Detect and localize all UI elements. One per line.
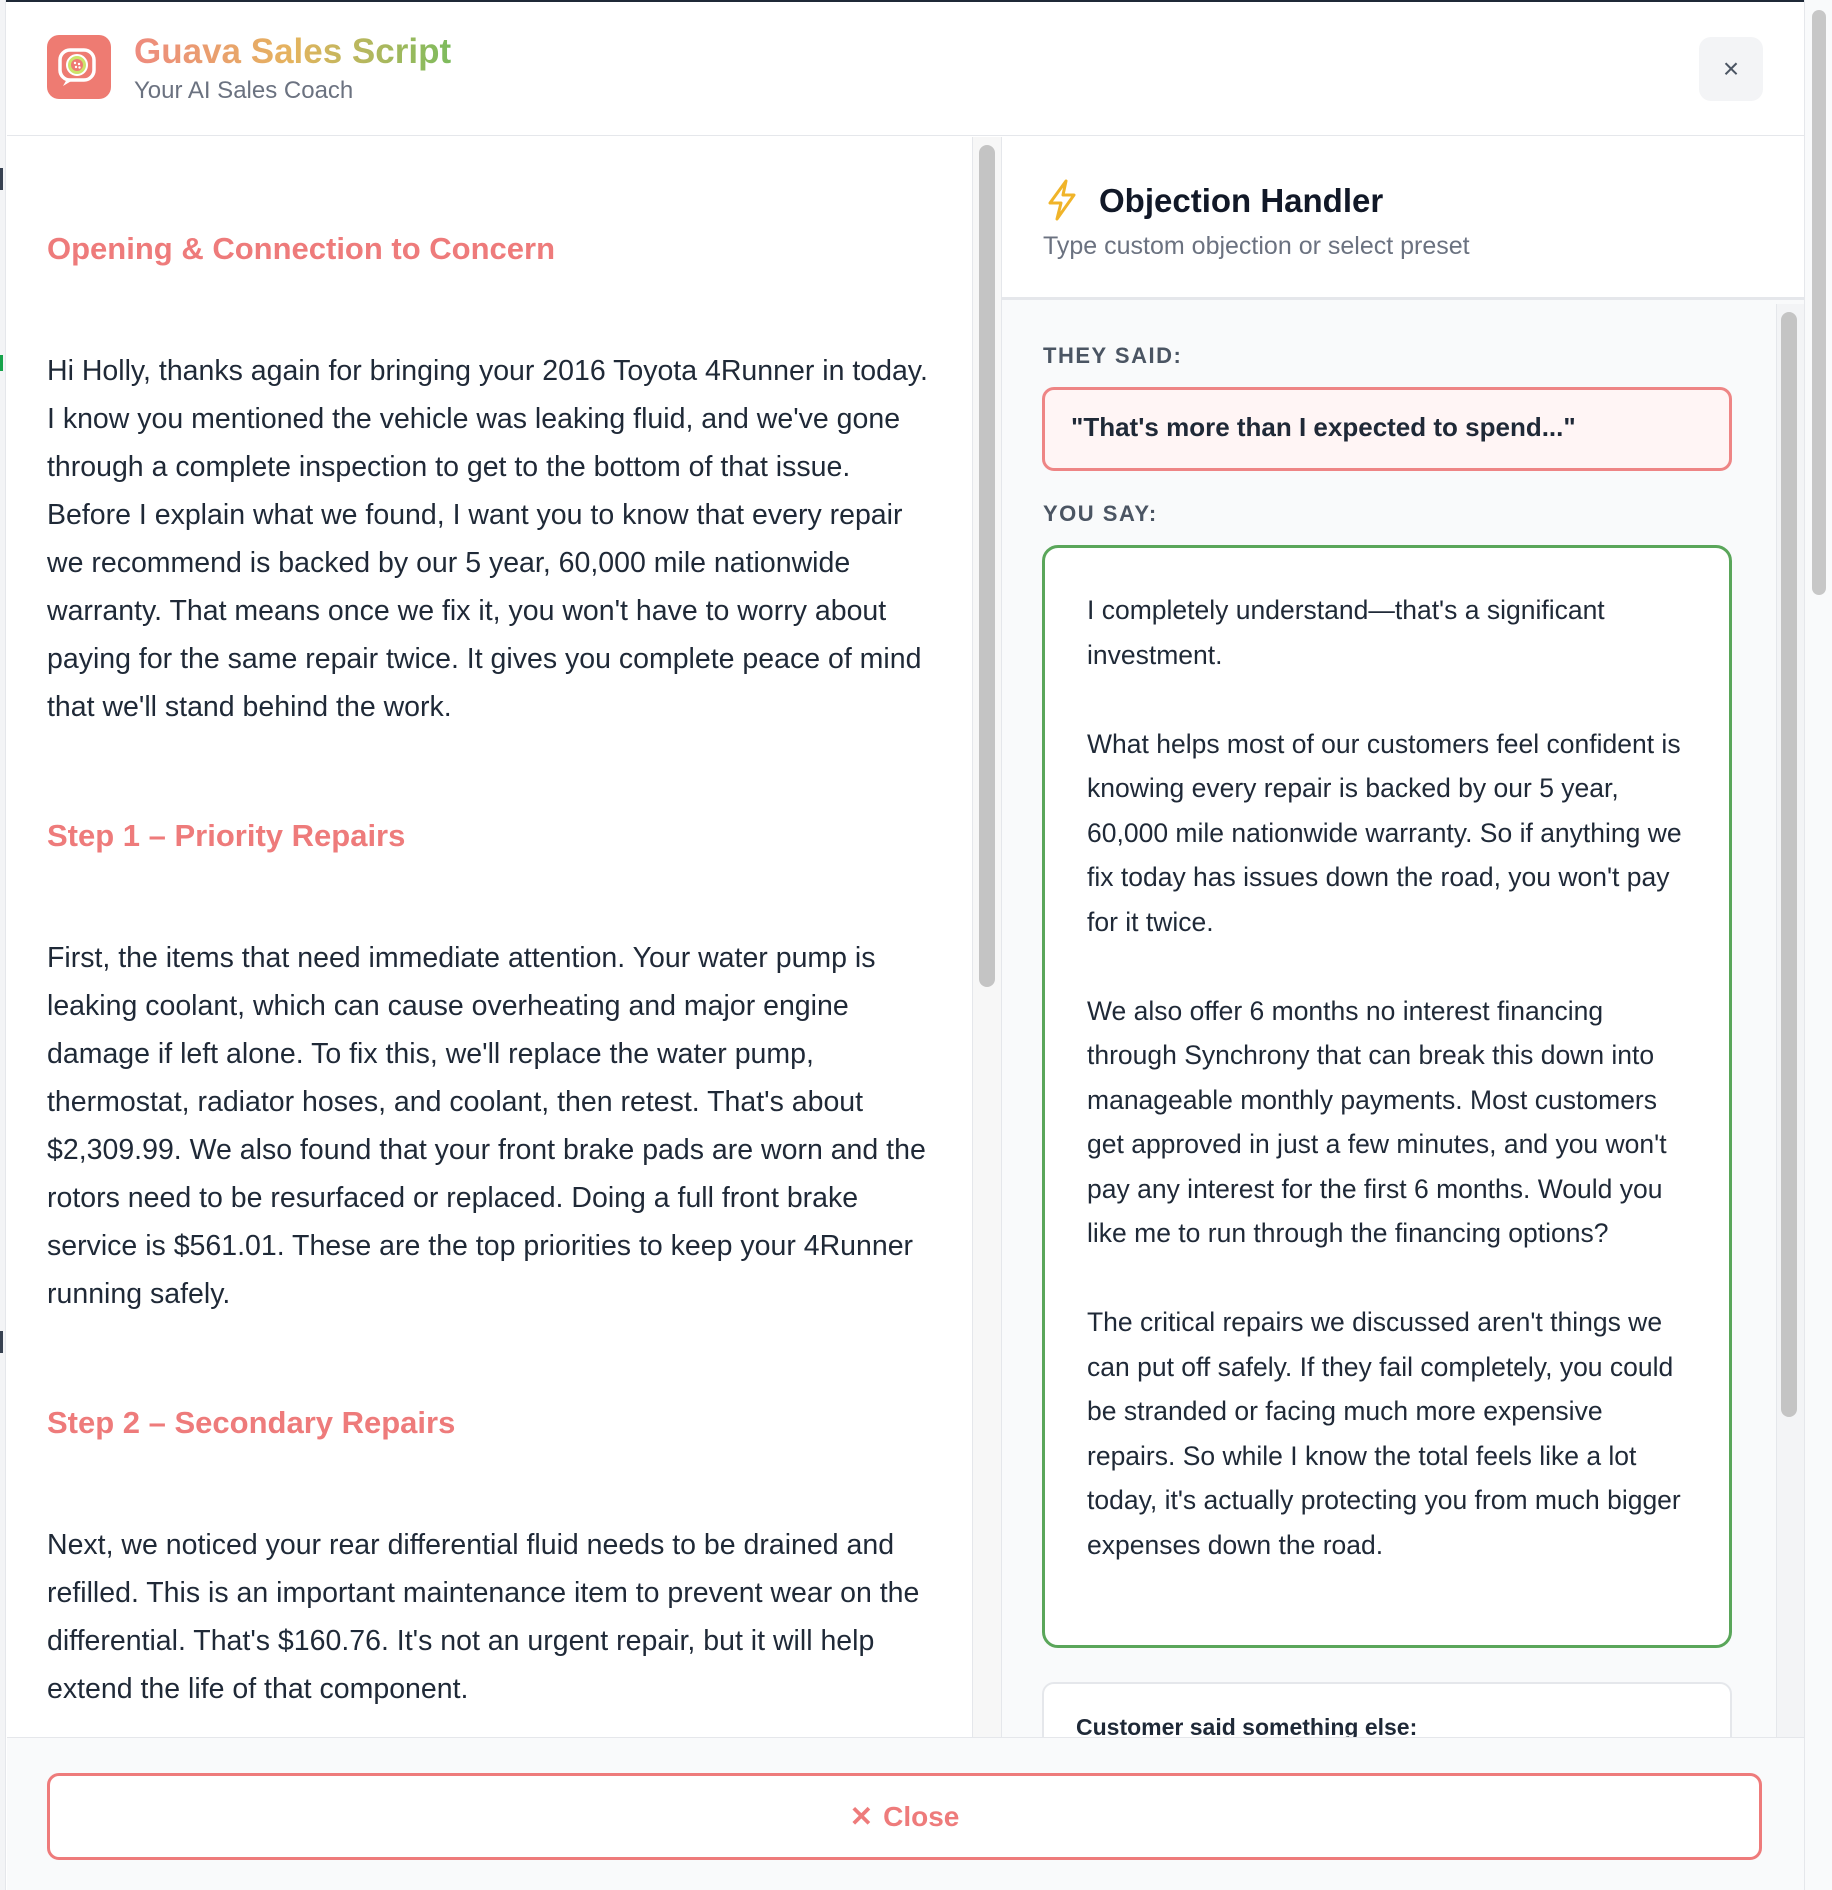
you-say-box: I completely understand—that's a signifi…	[1042, 545, 1732, 1648]
window-left-edge	[0, 0, 6, 1890]
sales-script-panel: Opening & Connection to Concern Hi Holly…	[7, 137, 972, 1737]
objection-handler-subtitle: Type custom objection or select preset	[1043, 232, 1470, 260]
app-subtitle: Your AI Sales Coach	[134, 77, 354, 104]
section-heading: Opening & Connection to Concern	[47, 231, 556, 266]
close-icon-button[interactable]: ×	[1699, 37, 1763, 101]
objection-handler-title: Objection Handler	[1099, 182, 1384, 219]
script-section-opening: Opening & Connection to Concern	[47, 231, 942, 267]
edge-mark	[0, 168, 3, 190]
customer-else-label: Customer said something else:	[1076, 1714, 1418, 1737]
script-section-step1-body: First, the items that need immediate att…	[47, 934, 942, 1318]
you-say-label: YOU SAY:	[1043, 501, 1158, 526]
objection-handler-header: Objection Handler Type custom objection …	[1002, 137, 1804, 300]
section-heading: Step 1 – Priority Repairs	[47, 818, 406, 853]
they-said-box: "That's more than I expected to spend...…	[1042, 387, 1732, 471]
section-body: Next, we noticed your rear differential …	[47, 1529, 920, 1705]
response-paragraph: What helps most of our customers feel co…	[1087, 728, 1682, 937]
edge-mark	[0, 355, 3, 371]
script-section-opening-body: Hi Holly, thanks again for bringing your…	[47, 347, 942, 731]
they-said-label: THEY SAID:	[1043, 343, 1183, 368]
section-heading: Step 2 – Secondary Repairs	[47, 1405, 456, 1440]
objection-handler-panel: Objection Handler Type custom objection …	[1002, 137, 1804, 1737]
objection-scrollbar-thumb[interactable]	[1781, 312, 1797, 1417]
window-scrollbar-thumb[interactable]	[1812, 10, 1826, 595]
response-paragraph: We also offer 6 months no interest finan…	[1087, 995, 1667, 1249]
section-body: Hi Holly, thanks again for bringing your…	[47, 355, 928, 723]
customer-else-card[interactable]: Customer said something else:	[1042, 1682, 1732, 1737]
close-button[interactable]: ✕ Close	[47, 1773, 1762, 1860]
app-title: Guava Sales Script	[134, 32, 452, 71]
script-section-step1: Step 1 – Priority Repairs	[47, 818, 942, 854]
script-section-step2: Step 2 – Secondary Repairs	[47, 1405, 942, 1441]
response-paragraph: The critical repairs we discussed aren't…	[1087, 1307, 1681, 1560]
response-paragraph: I completely understand—that's a signifi…	[1087, 595, 1605, 670]
close-button-label: Close	[883, 1800, 960, 1832]
edge-mark	[0, 1331, 3, 1353]
guava-logo-icon	[47, 35, 111, 99]
lightning-icon	[1048, 179, 1076, 221]
script-scrollbar-thumb[interactable]	[979, 145, 995, 987]
section-body: First, the items that need immediate att…	[47, 942, 926, 1310]
close-icon: ✕	[849, 1801, 874, 1832]
script-section-step2-body: Next, we noticed your rear differential …	[47, 1521, 942, 1713]
app-header: Guava Sales Script Your AI Sales Coach ×	[7, 2, 1804, 136]
close-icon: ×	[1722, 53, 1740, 84]
modal-footer: ✕ Close	[7, 1737, 1804, 1890]
